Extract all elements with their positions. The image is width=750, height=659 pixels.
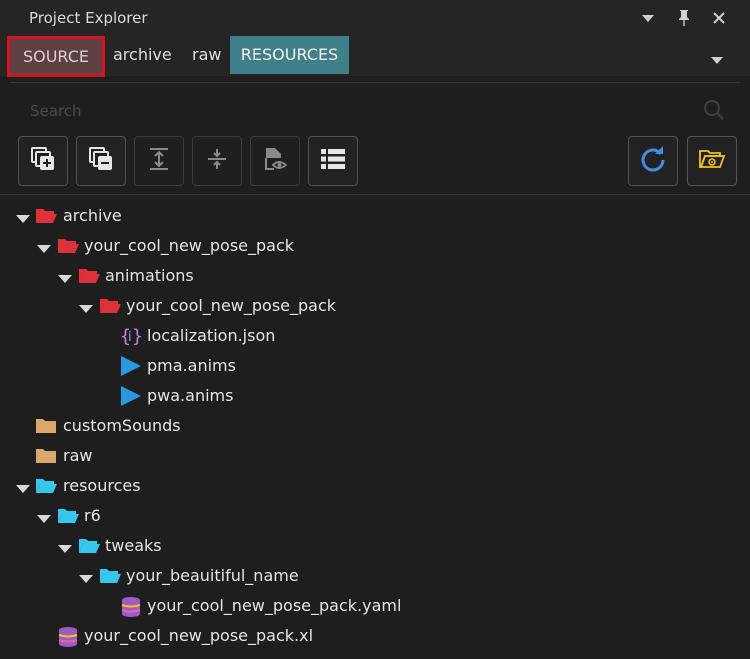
tree-item-file[interactable]: your_cool_new_pose_pack.yaml: [0, 591, 750, 621]
divider: [10, 82, 740, 83]
tree-item-file[interactable]: your_cool_new_pose_pack.xl: [0, 621, 750, 651]
remove-file-button[interactable]: [76, 136, 126, 186]
folder-open-red-icon: [78, 266, 100, 286]
tree-item-archive[interactable]: archive: [0, 201, 750, 231]
tree-item-label: pma.anims: [147, 356, 236, 375]
collapse-all-button[interactable]: [192, 136, 242, 186]
tree-item-label: your_cool_new_pose_pack: [84, 236, 295, 255]
remove-file-icon: [88, 146, 114, 176]
tree-item-folder[interactable]: your_beauitiful_name: [0, 561, 750, 591]
tree-item-folder[interactable]: your_cool_new_pose_pack: [0, 231, 750, 261]
tree-item-raw[interactable]: raw: [0, 441, 750, 471]
close-icon[interactable]: [711, 8, 731, 28]
folder-open-red-icon: [99, 296, 121, 316]
folder-open-cyan-icon: [78, 536, 100, 556]
tree-item-label: localization.json: [147, 326, 276, 345]
tree-item-r6[interactable]: r6: [0, 501, 750, 531]
preview-file-button[interactable]: [250, 136, 300, 186]
expanded-arrow-icon[interactable]: [58, 270, 72, 283]
tree-item-label: raw: [63, 446, 93, 465]
tree-item-label: resources: [63, 476, 141, 495]
svg-text:}: }: [132, 326, 142, 347]
tree-item-label: your_cool_new_pose_pack.yaml: [147, 596, 402, 615]
expanded-arrow-icon[interactable]: [16, 210, 30, 223]
panel-titlebar: Project Explorer: [0, 0, 750, 36]
tab-resources[interactable]: RESOURCES: [230, 36, 349, 74]
source-tabs: SOURCE archive raw RESOURCES: [0, 36, 750, 77]
open-folder-icon: [698, 147, 726, 175]
tree-item-file[interactable]: pma.anims: [0, 351, 750, 381]
pin-icon[interactable]: [676, 8, 696, 28]
tree-item-label: archive: [63, 206, 122, 225]
folder-open-red-icon: [35, 206, 57, 226]
tabs-overflow-dropdown-icon[interactable]: [710, 50, 724, 69]
folder-open-red-icon: [57, 236, 79, 256]
tab-archive[interactable]: archive: [113, 36, 172, 74]
tree-item-animations[interactable]: animations: [0, 261, 750, 291]
preview-file-icon: [262, 146, 288, 176]
folder-open-cyan-icon: [57, 506, 79, 526]
expanded-arrow-icon[interactable]: [37, 510, 51, 523]
tree-item-tweaks[interactable]: tweaks: [0, 531, 750, 561]
divider: [0, 194, 750, 195]
tree-item-file[interactable]: {i} localization.json: [0, 321, 750, 351]
expanded-arrow-icon[interactable]: [16, 480, 30, 493]
add-file-icon: [30, 146, 56, 176]
search-input[interactable]: [28, 100, 682, 122]
tree-item-label: your_beauitiful_name: [126, 566, 299, 585]
tree-item-folder[interactable]: your_cool_new_pose_pack: [0, 291, 750, 321]
panel-menu-dropdown-icon[interactable]: [641, 8, 661, 28]
tree-item-label: r6: [84, 506, 101, 525]
expand-all-icon: [147, 146, 171, 176]
panel-title: Project Explorer: [29, 9, 148, 27]
folder-tan-icon: [35, 446, 57, 466]
tab-source[interactable]: SOURCE: [7, 36, 105, 77]
tree-item-label: your_cool_new_pose_pack.xl: [84, 626, 314, 645]
anims-file-icon: [120, 356, 142, 376]
xl-file-icon: [57, 626, 79, 647]
open-in-file-explorer-button[interactable]: [687, 136, 737, 186]
add-file-button[interactable]: [18, 136, 68, 186]
list-view-icon: [320, 148, 346, 174]
tree-item-label: pwa.anims: [147, 386, 234, 405]
tab-raw[interactable]: raw: [192, 36, 221, 74]
search-icon[interactable]: [702, 98, 726, 126]
folder-tan-icon: [35, 416, 57, 436]
tree-item-label: animations: [105, 266, 194, 285]
collapse-all-icon: [205, 146, 229, 176]
list-view-button[interactable]: [308, 136, 358, 186]
expanded-arrow-icon[interactable]: [79, 570, 93, 583]
yaml-file-icon: [120, 596, 142, 617]
tree-item-file[interactable]: pwa.anims: [0, 381, 750, 411]
tree-item-label: customSounds: [63, 416, 181, 435]
expanded-arrow-icon[interactable]: [58, 540, 72, 553]
tree-item-label: your_cool_new_pose_pack: [126, 296, 337, 315]
search-bar: [10, 92, 740, 128]
anims-file-icon: [120, 386, 142, 406]
tree-item-customsounds[interactable]: customSounds: [0, 411, 750, 441]
refresh-button[interactable]: [628, 136, 678, 186]
refresh-icon: [639, 145, 667, 177]
json-file-icon: {i}: [120, 324, 143, 347]
folder-open-cyan-icon: [35, 476, 57, 496]
tree-item-label: tweaks: [105, 536, 162, 555]
expand-all-button[interactable]: [134, 136, 184, 186]
expanded-arrow-icon[interactable]: [79, 300, 93, 313]
tree-item-resources[interactable]: resources: [0, 471, 750, 501]
expanded-arrow-icon[interactable]: [37, 240, 51, 253]
folder-open-cyan-icon: [99, 566, 121, 586]
